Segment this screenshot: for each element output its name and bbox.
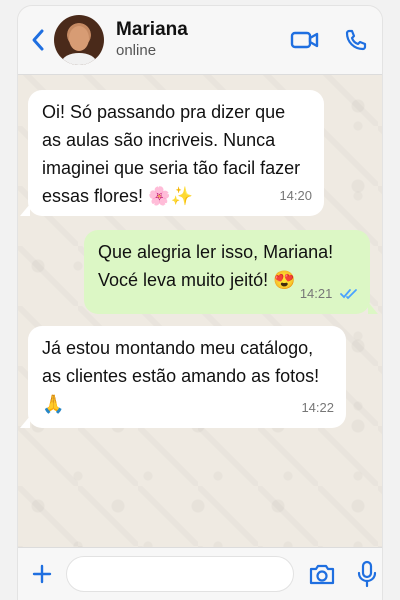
- chevron-left-icon: [32, 29, 44, 51]
- message-bubble-incoming[interactable]: Oi! Só passando pra dizer que as aulas s…: [20, 90, 324, 216]
- composer-actions: [308, 560, 378, 588]
- message-text-line: Oi! Só passando pra dizer que: [42, 102, 286, 122]
- message-bubble-incoming[interactable]: Já estou montando meu catálogo, as clien…: [20, 326, 346, 428]
- voice-call-button[interactable]: [344, 28, 368, 52]
- back-button[interactable]: [28, 26, 48, 54]
- message-text-line: 🙏: [42, 394, 65, 414]
- phone-screen: Mariana online Oi! Só passando pra dizer…: [18, 6, 382, 600]
- message-time: 14:20: [279, 188, 312, 203]
- plus-icon: [32, 564, 52, 584]
- video-call-icon: [290, 31, 319, 49]
- contact-info[interactable]: Mariana online: [116, 19, 188, 61]
- bubble-tail: [368, 302, 378, 314]
- camera-icon: [309, 564, 335, 585]
- camera-button[interactable]: [308, 562, 336, 586]
- message-time: 14:21: [299, 286, 333, 301]
- bubble-tail: [20, 204, 30, 216]
- message-list[interactable]: Oi! Só passando pra dizer que as aulas s…: [18, 74, 382, 548]
- avatar-shirt: [62, 53, 96, 65]
- composer-bar: [18, 547, 382, 600]
- message-text-line: as aulas são incriveis. Nunca: [42, 130, 276, 150]
- message-text-line: Já estou montando meu catálogo,: [42, 338, 314, 358]
- message-text-line: imaginei que seria tão facil fazer: [42, 158, 301, 178]
- message-time: 14:22: [301, 400, 334, 415]
- message-time-with-status: 14:21: [300, 280, 358, 308]
- microphone-icon: [357, 560, 377, 588]
- chat-header: Mariana online: [18, 6, 382, 75]
- contact-status: online: [116, 42, 157, 59]
- header-actions: [290, 28, 368, 52]
- message-input[interactable]: [66, 556, 294, 592]
- bubble-tail: [20, 416, 30, 428]
- phone-icon: [345, 29, 367, 51]
- video-call-button[interactable]: [290, 29, 320, 51]
- microphone-button[interactable]: [356, 560, 378, 588]
- double-check-icon: [340, 289, 357, 300]
- message-text-line: as clientes estão amando as fotos!: [42, 366, 320, 386]
- avatar-face: [69, 26, 89, 51]
- message-text-line: Que alegria ler isso, Mariana!: [98, 242, 334, 262]
- message-text-line: essas flores! 🌸✨: [42, 186, 193, 206]
- message-bubble-outgoing[interactable]: Que alegria ler isso, Mariana! Vocé leva…: [84, 230, 378, 314]
- contact-name: Mariana: [116, 19, 188, 40]
- avatar[interactable]: [54, 15, 104, 65]
- add-attachment-button[interactable]: [30, 562, 54, 586]
